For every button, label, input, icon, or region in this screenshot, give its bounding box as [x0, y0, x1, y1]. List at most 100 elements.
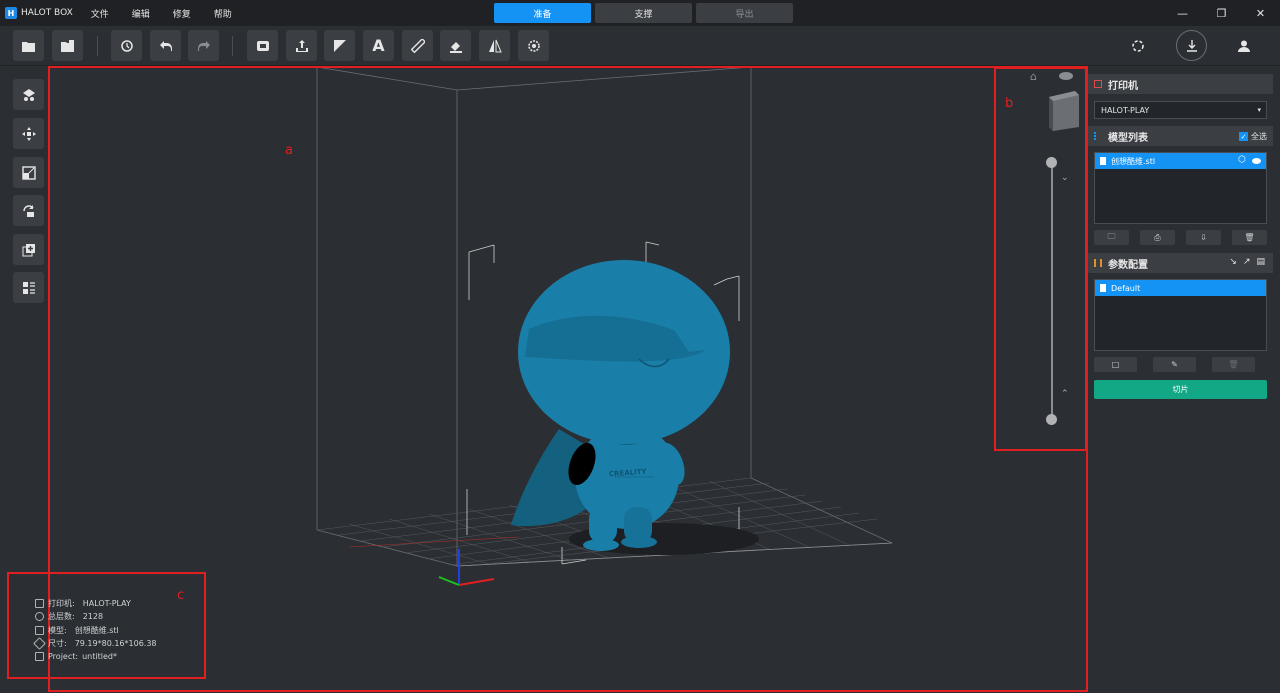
- tab-prepare[interactable]: 准备: [494, 3, 591, 23]
- info-row-layers: 总层数: 2128: [35, 610, 157, 623]
- printer-section-header: 打印机: [1088, 74, 1273, 94]
- model-list-title: 模型列表: [1108, 132, 1148, 144]
- annotation-label-a: a: [285, 143, 293, 158]
- info-row-printer: 打印机: HALOT-PLAY: [35, 597, 157, 610]
- info-model-key: 模型:: [48, 625, 67, 635]
- checkbox-checked-icon: ✓: [1239, 132, 1248, 141]
- list-item[interactable]: 创想酷维.stl ⬡: [1095, 153, 1266, 169]
- redo-icon[interactable]: [188, 30, 219, 61]
- model-list-header: 模型列表 ✓ 全选: [1088, 126, 1273, 146]
- annotation-label-c: c: [177, 588, 185, 603]
- printer-icon: [35, 599, 44, 608]
- hollow-icon[interactable]: [247, 30, 278, 61]
- tab-support[interactable]: 支撑: [595, 3, 692, 23]
- menu-edit[interactable]: 编辑: [132, 7, 150, 20]
- export-icon[interactable]: [286, 30, 317, 61]
- param-config-header: 参数配置 ↘ ↗ ▤: [1088, 253, 1273, 273]
- printer-select[interactable]: HALOT-PLAY ▾: [1094, 101, 1267, 119]
- mirror-icon[interactable]: [479, 30, 510, 61]
- export-config-icon[interactable]: ↗: [1243, 257, 1251, 267]
- file-icon: [1100, 157, 1106, 165]
- printer-select-value: HALOT-PLAY: [1101, 105, 1150, 115]
- list-icon: [1094, 132, 1102, 140]
- menu-bar: 文件 编辑 修复 帮助: [91, 7, 232, 20]
- text-icon[interactable]: A: [363, 30, 394, 61]
- slice-button[interactable]: 切片: [1094, 380, 1267, 399]
- move-icon[interactable]: [13, 118, 44, 149]
- download-icon[interactable]: [1176, 30, 1207, 61]
- app-logo-icon: H: [5, 7, 17, 19]
- info-layers-value: 2128: [82, 612, 104, 622]
- printer-title: 打印机: [1108, 80, 1138, 92]
- info-size-key: 尺寸:: [48, 638, 67, 648]
- open-folder-icon[interactable]: [13, 30, 44, 61]
- delete-config-button[interactable]: 🗑: [1212, 357, 1255, 372]
- right-panel: 打印机 HALOT-PLAY ▾ 模型列表 ✓ 全选 创想酷维.stl ⬡ 🗀 …: [1088, 74, 1273, 407]
- drill-hole-icon[interactable]: [324, 30, 355, 61]
- share-config-icon[interactable]: ▤: [1256, 257, 1265, 267]
- open-folder-button[interactable]: 🗀: [1094, 230, 1129, 245]
- menu-file[interactable]: 文件: [91, 7, 109, 20]
- info-printer-key: 打印机:: [48, 599, 75, 608]
- toolbar-separator: [232, 36, 233, 56]
- minimize-icon[interactable]: —: [1163, 0, 1202, 26]
- cube-icon: [35, 625, 44, 635]
- list-item[interactable]: Default: [1095, 280, 1266, 296]
- import-config-icon[interactable]: ↘: [1229, 257, 1237, 267]
- annotation-box-b: [994, 67, 1087, 451]
- settings-cog-icon[interactable]: [518, 30, 549, 61]
- info-size-value: 79.19*80.16*106.38: [74, 638, 157, 648]
- paint-icon[interactable]: [440, 30, 471, 61]
- info-printer-value: HALOT-PLAY: [82, 599, 131, 608]
- dropdown-caret-icon: ▾: [1257, 106, 1261, 114]
- menu-help[interactable]: 帮助: [214, 7, 232, 20]
- app-name: HALOT BOX: [21, 8, 73, 18]
- history-icon[interactable]: [111, 30, 142, 61]
- info-project-key: Project:: [48, 652, 79, 662]
- select-all-checkbox[interactable]: ✓ 全选: [1239, 131, 1267, 142]
- printer-icon: [1094, 80, 1102, 88]
- eye-icon[interactable]: [1252, 158, 1261, 164]
- select-all-label: 全选: [1251, 132, 1267, 141]
- scale-icon[interactable]: [13, 157, 44, 188]
- rotate-icon[interactable]: [13, 195, 44, 226]
- new-config-button[interactable]: □: [1094, 357, 1137, 372]
- app-window: H HALOT BOX 文件 编辑 修复 帮助 准备 支撑 导出 — ❐ ✕ A…: [0, 0, 1280, 693]
- layout-list-icon[interactable]: [13, 272, 44, 303]
- info-row-model: 模型: 创想酷维.stl: [35, 624, 157, 637]
- edit-config-button[interactable]: ✎: [1153, 357, 1196, 372]
- add-model-button[interactable]: ⎙: [1140, 230, 1175, 245]
- import-model-icon[interactable]: [52, 30, 83, 61]
- info-project-value: untitled*: [82, 652, 117, 662]
- duplicate-icon[interactable]: [13, 234, 44, 265]
- delete-model-button[interactable]: 🗑: [1232, 230, 1267, 245]
- info-row-size: 尺寸: 79.19*80.16*106.38: [33, 637, 157, 650]
- model-list-actions: 🗀 ⎙ ⇩ 🗑: [1094, 230, 1267, 245]
- measure-icon[interactable]: [402, 30, 433, 61]
- undo-icon[interactable]: [150, 30, 181, 61]
- menu-repair[interactable]: 修复: [173, 7, 191, 20]
- project-icon: [35, 652, 44, 662]
- param-config-listbox: Default: [1094, 279, 1267, 351]
- user-icon[interactable]: [1234, 36, 1254, 56]
- param-config-tools: ↘ ↗ ▤: [1229, 257, 1265, 267]
- info-layers-key: 总层数:: [48, 612, 75, 622]
- auto-arrange-icon[interactable]: [13, 79, 44, 110]
- cube-icon[interactable]: ⬡: [1238, 155, 1246, 165]
- model-listbox: 创想酷维.stl ⬡: [1094, 152, 1267, 224]
- sync-icon[interactable]: [1128, 36, 1148, 56]
- sliders-icon: [1094, 259, 1102, 267]
- annotation-label-b: b: [1005, 96, 1014, 111]
- toolbar: A: [0, 26, 1280, 66]
- param-config-title: 参数配置: [1108, 259, 1148, 271]
- ruler-icon: [33, 637, 46, 650]
- info-model-value: 创想酷维.stl: [74, 625, 119, 635]
- import-button[interactable]: ⇩: [1186, 230, 1221, 245]
- tab-export[interactable]: 导出: [696, 3, 793, 23]
- param-config-item-label: Default: [1111, 283, 1141, 293]
- close-icon[interactable]: ✕: [1241, 0, 1280, 26]
- restore-icon[interactable]: ❐: [1202, 0, 1241, 26]
- mode-tabs: 准备 支撑 导出: [494, 3, 793, 23]
- layers-icon: [35, 612, 44, 622]
- info-row-project: Project: untitled*: [35, 650, 157, 663]
